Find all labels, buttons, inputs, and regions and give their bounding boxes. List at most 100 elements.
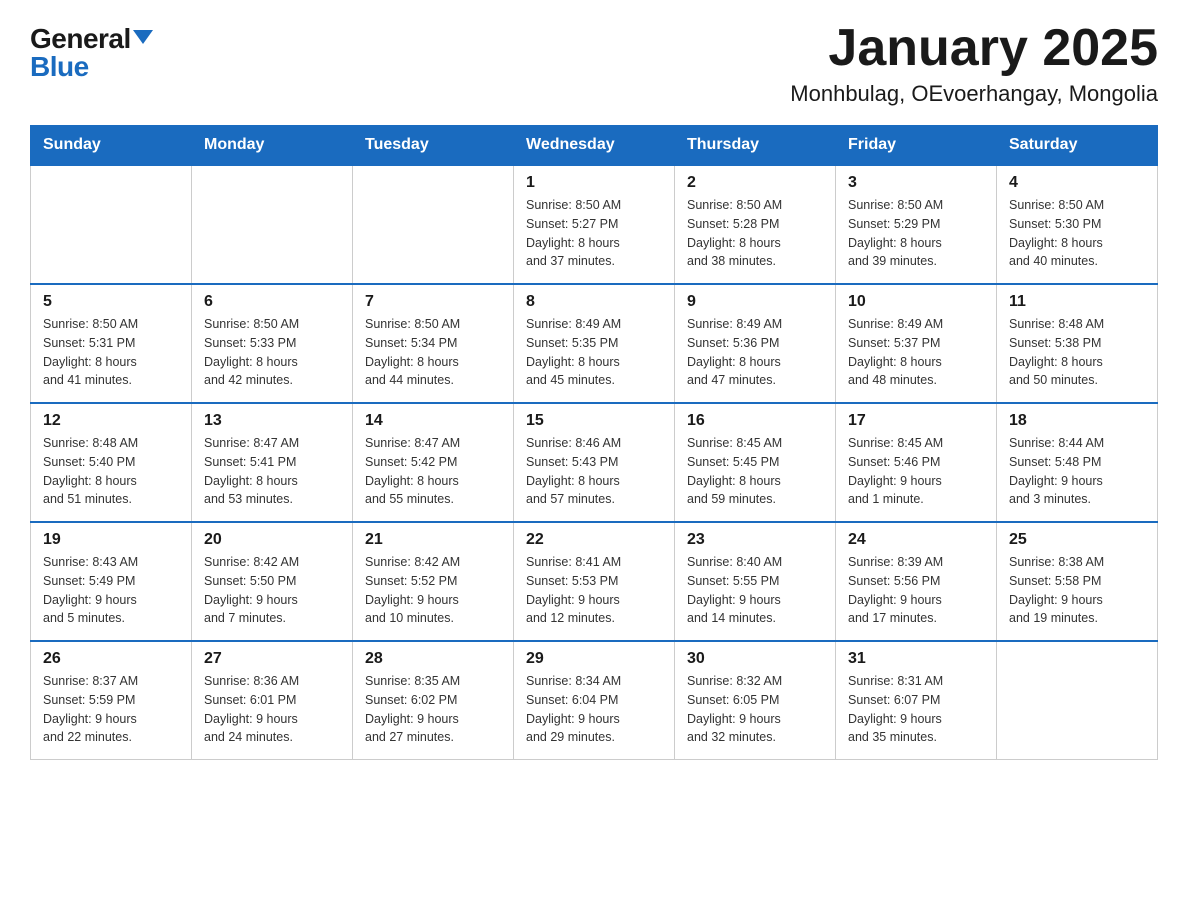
- day-info: Sunrise: 8:38 AMSunset: 5:58 PMDaylight:…: [1009, 553, 1145, 628]
- calendar-header-monday: Monday: [192, 126, 353, 166]
- day-number: 21: [365, 531, 501, 549]
- day-info: Sunrise: 8:48 AMSunset: 5:38 PMDaylight:…: [1009, 315, 1145, 390]
- calendar-row: 1 Sunrise: 8:50 AMSunset: 5:27 PMDaylight…: [31, 165, 1158, 284]
- day-info: Sunrise: 8:32 AMSunset: 6:05 PMDaylight:…: [687, 672, 823, 747]
- calendar-cell: [31, 165, 192, 284]
- day-number: 30: [687, 650, 823, 668]
- day-number: 10: [848, 293, 984, 311]
- calendar-cell: 30 Sunrise: 8:32 AMSunset: 6:05 PMDayligh…: [675, 641, 836, 760]
- day-info: Sunrise: 8:50 AMSunset: 5:31 PMDaylight:…: [43, 315, 179, 390]
- calendar-cell: 14 Sunrise: 8:47 AMSunset: 5:42 PMDayligh…: [353, 403, 514, 522]
- logo-triangle-icon: [133, 30, 153, 44]
- calendar-cell: 7 Sunrise: 8:50 AMSunset: 5:34 PMDaylight…: [353, 284, 514, 403]
- day-number: 20: [204, 531, 340, 549]
- day-number: 8: [526, 293, 662, 311]
- calendar-cell: [192, 165, 353, 284]
- calendar-header-thursday: Thursday: [675, 126, 836, 166]
- calendar-subtitle: Monhbulag, OEvoerhangay, Mongolia: [790, 81, 1158, 107]
- day-info: Sunrise: 8:41 AMSunset: 5:53 PMDaylight:…: [526, 553, 662, 628]
- day-number: 27: [204, 650, 340, 668]
- calendar-cell: 18 Sunrise: 8:44 AMSunset: 5:48 PMDayligh…: [997, 403, 1158, 522]
- day-info: Sunrise: 8:50 AMSunset: 5:33 PMDaylight:…: [204, 315, 340, 390]
- day-number: 23: [687, 531, 823, 549]
- calendar-header-friday: Friday: [836, 126, 997, 166]
- calendar-cell: 12Sunrise: 8:48 AMSunset: 5:40 PMDayligh…: [31, 403, 192, 522]
- calendar-cell: 20 Sunrise: 8:42 AMSunset: 5:50 PMDayligh…: [192, 522, 353, 641]
- day-number: 14: [365, 412, 501, 430]
- day-info: Sunrise: 8:39 AMSunset: 5:56 PMDaylight:…: [848, 553, 984, 628]
- day-info: Sunrise: 8:45 AMSunset: 5:46 PMDaylight:…: [848, 434, 984, 509]
- day-number: 31: [848, 650, 984, 668]
- day-number: 5: [43, 293, 179, 311]
- day-info: Sunrise: 8:43 AMSunset: 5:49 PMDaylight:…: [43, 553, 179, 628]
- day-number: 28: [365, 650, 501, 668]
- calendar-cell: 5 Sunrise: 8:50 AMSunset: 5:31 PMDaylight…: [31, 284, 192, 403]
- day-info: Sunrise: 8:50 AMSunset: 5:34 PMDaylight:…: [365, 315, 501, 390]
- day-info: Sunrise: 8:50 AMSunset: 5:27 PMDaylight:…: [526, 196, 662, 271]
- day-number: 9: [687, 293, 823, 311]
- day-number: 11: [1009, 293, 1145, 311]
- calendar-cell: 15Sunrise: 8:46 AMSunset: 5:43 PMDayligh…: [514, 403, 675, 522]
- day-number: 19: [43, 531, 179, 549]
- calendar-header-tuesday: Tuesday: [353, 126, 514, 166]
- page-header: General Blue January 2025 Monhbulag, OEv…: [30, 20, 1158, 107]
- calendar-cell: 21 Sunrise: 8:42 AMSunset: 5:52 PMDayligh…: [353, 522, 514, 641]
- calendar-header-wednesday: Wednesday: [514, 126, 675, 166]
- calendar-cell: 27 Sunrise: 8:36 AMSunset: 6:01 PMDayligh…: [192, 641, 353, 760]
- calendar-header-sunday: Sunday: [31, 126, 192, 166]
- day-info: Sunrise: 8:47 AMSunset: 5:42 PMDaylight:…: [365, 434, 501, 509]
- day-number: 29: [526, 650, 662, 668]
- calendar-table: SundayMondayTuesdayWednesdayThursdayFrid…: [30, 125, 1158, 760]
- day-info: Sunrise: 8:44 AMSunset: 5:48 PMDaylight:…: [1009, 434, 1145, 509]
- day-number: 18: [1009, 412, 1145, 430]
- calendar-row: 19 Sunrise: 8:43 AMSunset: 5:49 PMDayligh…: [31, 522, 1158, 641]
- day-number: 6: [204, 293, 340, 311]
- day-number: 26: [43, 650, 179, 668]
- day-info: Sunrise: 8:34 AMSunset: 6:04 PMDaylight:…: [526, 672, 662, 747]
- day-number: 17: [848, 412, 984, 430]
- day-info: Sunrise: 8:49 AMSunset: 5:35 PMDaylight:…: [526, 315, 662, 390]
- calendar-cell: 3Sunrise: 8:50 AMSunset: 5:29 PMDaylight…: [836, 165, 997, 284]
- calendar-cell: 6 Sunrise: 8:50 AMSunset: 5:33 PMDaylight…: [192, 284, 353, 403]
- calendar-cell: 24Sunrise: 8:39 AMSunset: 5:56 PMDayligh…: [836, 522, 997, 641]
- day-number: 1: [526, 174, 662, 192]
- calendar-cell: 8 Sunrise: 8:49 AMSunset: 5:35 PMDaylight…: [514, 284, 675, 403]
- calendar-cell: 19 Sunrise: 8:43 AMSunset: 5:49 PMDayligh…: [31, 522, 192, 641]
- day-info: Sunrise: 8:40 AMSunset: 5:55 PMDaylight:…: [687, 553, 823, 628]
- calendar-cell: 11 Sunrise: 8:48 AMSunset: 5:38 PMDayligh…: [997, 284, 1158, 403]
- day-info: Sunrise: 8:49 AMSunset: 5:36 PMDaylight:…: [687, 315, 823, 390]
- day-info: Sunrise: 8:45 AMSunset: 5:45 PMDaylight:…: [687, 434, 823, 509]
- day-number: 7: [365, 293, 501, 311]
- calendar-cell: [997, 641, 1158, 760]
- calendar-header-saturday: Saturday: [997, 126, 1158, 166]
- day-info: Sunrise: 8:50 AMSunset: 5:28 PMDaylight:…: [687, 196, 823, 271]
- calendar-cell: 17 Sunrise: 8:45 AMSunset: 5:46 PMDayligh…: [836, 403, 997, 522]
- calendar-cell: 26 Sunrise: 8:37 AMSunset: 5:59 PMDayligh…: [31, 641, 192, 760]
- calendar-cell: 9 Sunrise: 8:49 AMSunset: 5:36 PMDaylight…: [675, 284, 836, 403]
- title-block: January 2025 Monhbulag, OEvoerhangay, Mo…: [790, 20, 1158, 107]
- day-number: 16: [687, 412, 823, 430]
- day-info: Sunrise: 8:35 AMSunset: 6:02 PMDaylight:…: [365, 672, 501, 747]
- calendar-row: 26 Sunrise: 8:37 AMSunset: 5:59 PMDayligh…: [31, 641, 1158, 760]
- day-info: Sunrise: 8:31 AMSunset: 6:07 PMDaylight:…: [848, 672, 984, 747]
- calendar-cell: 1 Sunrise: 8:50 AMSunset: 5:27 PMDaylight…: [514, 165, 675, 284]
- calendar-cell: 10 Sunrise: 8:49 AMSunset: 5:37 PMDayligh…: [836, 284, 997, 403]
- day-info: Sunrise: 8:49 AMSunset: 5:37 PMDaylight:…: [848, 315, 984, 390]
- day-info: Sunrise: 8:50 AMSunset: 5:30 PMDaylight:…: [1009, 196, 1145, 271]
- day-info: Sunrise: 8:42 AMSunset: 5:52 PMDaylight:…: [365, 553, 501, 628]
- calendar-row: 5 Sunrise: 8:50 AMSunset: 5:31 PMDaylight…: [31, 284, 1158, 403]
- calendar-row: 12Sunrise: 8:48 AMSunset: 5:40 PMDayligh…: [31, 403, 1158, 522]
- calendar-cell: 31 Sunrise: 8:31 AMSunset: 6:07 PMDayligh…: [836, 641, 997, 760]
- day-info: Sunrise: 8:47 AMSunset: 5:41 PMDaylight:…: [204, 434, 340, 509]
- calendar-cell: 29 Sunrise: 8:34 AMSunset: 6:04 PMDayligh…: [514, 641, 675, 760]
- calendar-cell: [353, 165, 514, 284]
- calendar-header-row: SundayMondayTuesdayWednesdayThursdayFrid…: [31, 126, 1158, 166]
- day-number: 3: [848, 174, 984, 192]
- day-info: Sunrise: 8:36 AMSunset: 6:01 PMDaylight:…: [204, 672, 340, 747]
- calendar-cell: 25Sunrise: 8:38 AMSunset: 5:58 PMDayligh…: [997, 522, 1158, 641]
- day-info: Sunrise: 8:37 AMSunset: 5:59 PMDaylight:…: [43, 672, 179, 747]
- calendar-title: January 2025: [790, 20, 1158, 77]
- day-info: Sunrise: 8:42 AMSunset: 5:50 PMDaylight:…: [204, 553, 340, 628]
- day-number: 4: [1009, 174, 1145, 192]
- day-number: 15: [526, 412, 662, 430]
